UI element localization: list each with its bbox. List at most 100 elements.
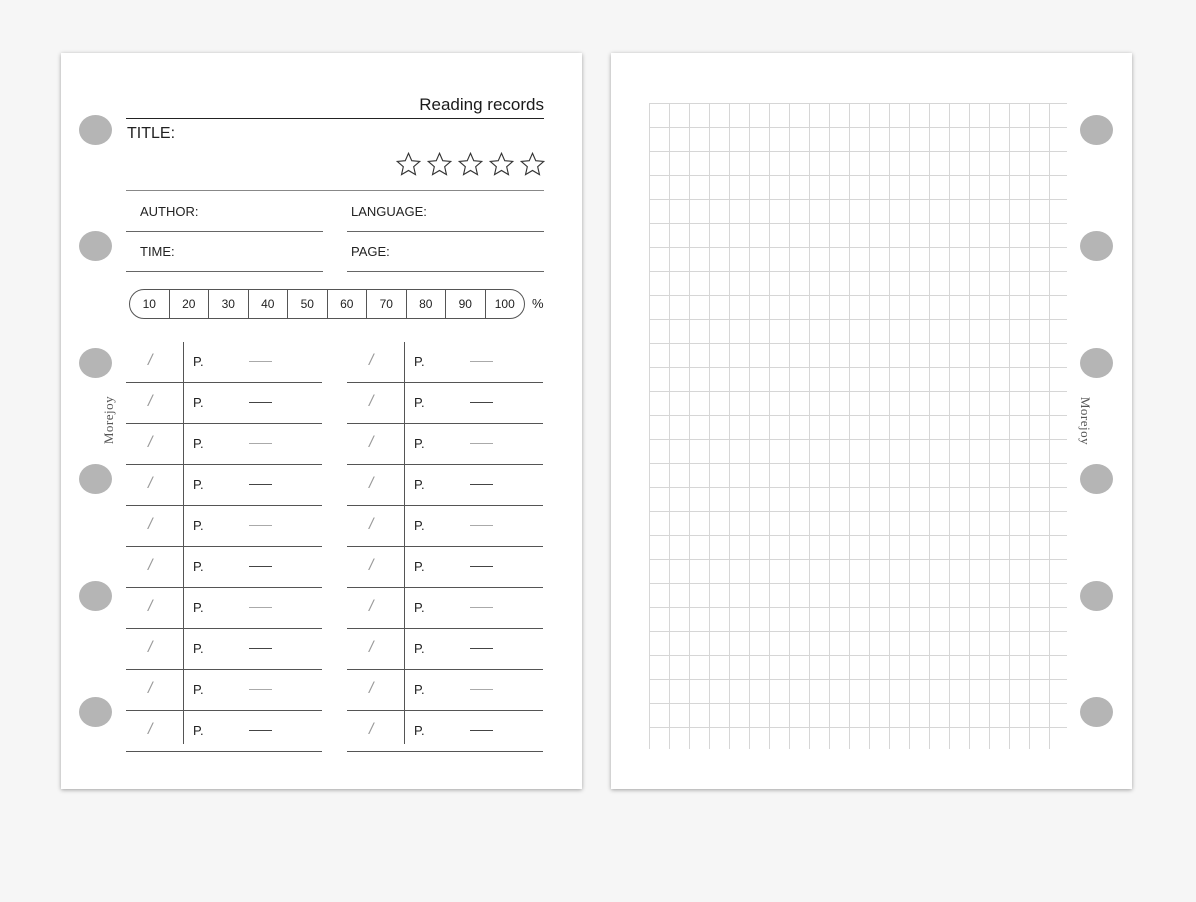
page-range-dash [249, 484, 272, 485]
date-separator: / [148, 557, 153, 574]
date-separator: / [369, 557, 374, 574]
date-separator: / [369, 352, 374, 369]
date-separator: / [369, 598, 374, 615]
date-separator: / [148, 352, 153, 369]
binder-hole [79, 231, 112, 261]
binder-hole [1080, 231, 1113, 261]
star-icon[interactable] [519, 151, 546, 178]
progress-step[interactable]: 10 [130, 290, 170, 318]
page-number-label: P. [193, 682, 204, 697]
page-number-label: P. [414, 559, 425, 574]
rating-stars[interactable] [395, 151, 546, 178]
page-range-dash [470, 361, 493, 362]
date-separator: / [369, 639, 374, 656]
date-separator: / [369, 393, 374, 410]
date-separator: / [148, 721, 153, 738]
author-line[interactable] [126, 231, 323, 232]
page-range-dash [470, 484, 493, 485]
progress-step[interactable]: 80 [407, 290, 446, 318]
divider [126, 190, 544, 191]
page-number-label: P. [414, 518, 425, 533]
percent-unit: % [532, 296, 544, 311]
date-separator: / [369, 475, 374, 492]
log-row[interactable]: / P. [126, 424, 322, 465]
reading-log-right: / P. / P. / P. / P. / P. / P. / P. / P. / P. / P. [347, 342, 543, 752]
page-range-dash [470, 689, 493, 690]
log-row[interactable]: / P. [347, 629, 543, 670]
log-row[interactable]: / P. [347, 383, 543, 424]
log-row[interactable]: / P. [347, 547, 543, 588]
time-label: TIME: [140, 244, 175, 259]
log-row[interactable]: / P. [347, 465, 543, 506]
progress-step[interactable]: 20 [170, 290, 209, 318]
author-label: AUTHOR: [140, 204, 199, 219]
grid-pattern [649, 103, 1067, 749]
binder-hole [79, 464, 112, 494]
page-number-label: P. [414, 600, 425, 615]
page-number-label: P. [193, 477, 204, 492]
star-icon[interactable] [457, 151, 484, 178]
progress-step[interactable]: 100 [486, 290, 525, 318]
log-row[interactable]: / P. [126, 342, 322, 383]
page-number-label: P. [193, 354, 204, 369]
log-row[interactable]: / P. [126, 547, 322, 588]
page-number-label: P. [193, 395, 204, 410]
time-line[interactable] [126, 271, 323, 272]
page-range-dash [249, 689, 272, 690]
date-separator: / [369, 516, 374, 533]
progress-step[interactable]: 70 [367, 290, 407, 318]
log-row[interactable]: / P. [126, 670, 322, 711]
log-row[interactable]: / P. [126, 629, 322, 670]
binder-hole [1080, 697, 1113, 727]
progress-step[interactable]: 40 [249, 290, 288, 318]
date-separator: / [369, 721, 374, 738]
language-label: LANGUAGE: [351, 204, 427, 219]
date-separator: / [148, 680, 153, 697]
reading-record-page: Morejoy Reading records TITLE: AUTHOR: L… [61, 53, 582, 789]
page-range-dash [249, 648, 272, 649]
log-row[interactable]: / P. [347, 506, 543, 547]
page-number-label: P. [193, 436, 204, 451]
star-icon[interactable] [488, 151, 515, 178]
page-range-dash [249, 443, 272, 444]
page-range-dash [249, 402, 272, 403]
page-label: PAGE: [351, 244, 390, 259]
page-number-label: P. [193, 723, 204, 738]
progress-tracker[interactable]: 10 20 30 40 50 60 70 80 90 100 [129, 289, 525, 319]
log-row[interactable]: / P. [347, 670, 543, 711]
language-line[interactable] [347, 231, 544, 232]
log-row[interactable]: / P. [347, 342, 543, 383]
log-row[interactable]: / P. [126, 711, 322, 752]
title-field-label: TITLE: [127, 125, 176, 142]
log-row[interactable]: / P. [126, 506, 322, 547]
log-row[interactable]: / P. [126, 465, 322, 506]
page-number-label: P. [414, 436, 425, 451]
progress-step[interactable]: 90 [446, 290, 486, 318]
page-line[interactable] [347, 271, 544, 272]
page-number-label: P. [414, 641, 425, 656]
page-range-dash [249, 566, 272, 567]
date-separator: / [369, 434, 374, 451]
star-icon[interactable] [426, 151, 453, 178]
page-number-label: P. [193, 641, 204, 656]
progress-step[interactable]: 60 [328, 290, 367, 318]
log-row[interactable]: / P. [347, 711, 543, 752]
log-row[interactable]: / P. [347, 424, 543, 465]
log-row[interactable]: / P. [126, 383, 322, 424]
page-number-label: P. [414, 723, 425, 738]
page-number-label: P. [414, 354, 425, 369]
log-row[interactable]: / P. [126, 588, 322, 629]
page-range-dash [470, 443, 493, 444]
date-separator: / [148, 598, 153, 615]
page-number-label: P. [414, 395, 425, 410]
date-separator: / [148, 393, 153, 410]
star-icon[interactable] [395, 151, 422, 178]
page-number-label: P. [414, 477, 425, 492]
binder-hole [1080, 464, 1113, 494]
progress-step[interactable]: 50 [288, 290, 328, 318]
progress-step[interactable]: 30 [209, 290, 249, 318]
page-number-label: P. [193, 600, 204, 615]
page-range-dash [249, 361, 272, 362]
log-row[interactable]: / P. [347, 588, 543, 629]
binder-hole [79, 348, 112, 378]
